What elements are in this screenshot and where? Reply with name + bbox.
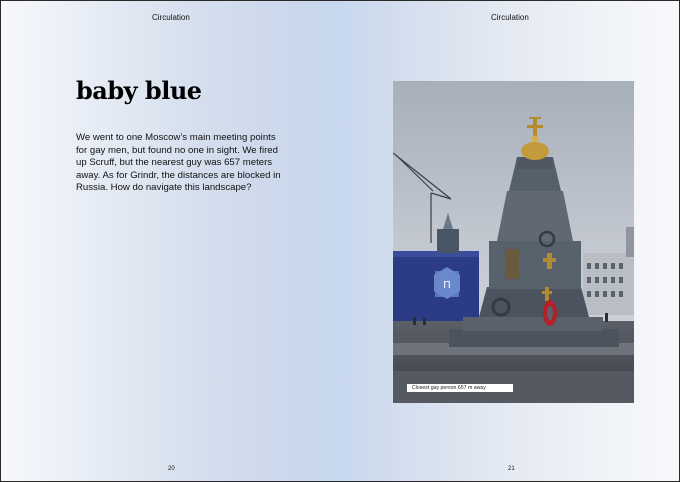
running-head-left: Circulation: [152, 13, 190, 22]
svg-text:П: П: [443, 280, 450, 291]
article-heading: baby blue: [76, 76, 202, 105]
page-number-left: 20: [168, 466, 175, 472]
article-body: We went to one Moscow’s main meeting poi…: [76, 132, 281, 194]
photo-caption: Closest gay person 657 m away: [407, 384, 513, 392]
photo-chapel-monument: П Closest gay person 657 m away: [393, 81, 634, 403]
book-spread: Circulation Circulation baby blue We wen…: [0, 0, 680, 482]
photo-illustration: П: [393, 81, 634, 403]
page-number-right: 21: [508, 466, 515, 472]
running-head-right: Circulation: [491, 13, 529, 22]
